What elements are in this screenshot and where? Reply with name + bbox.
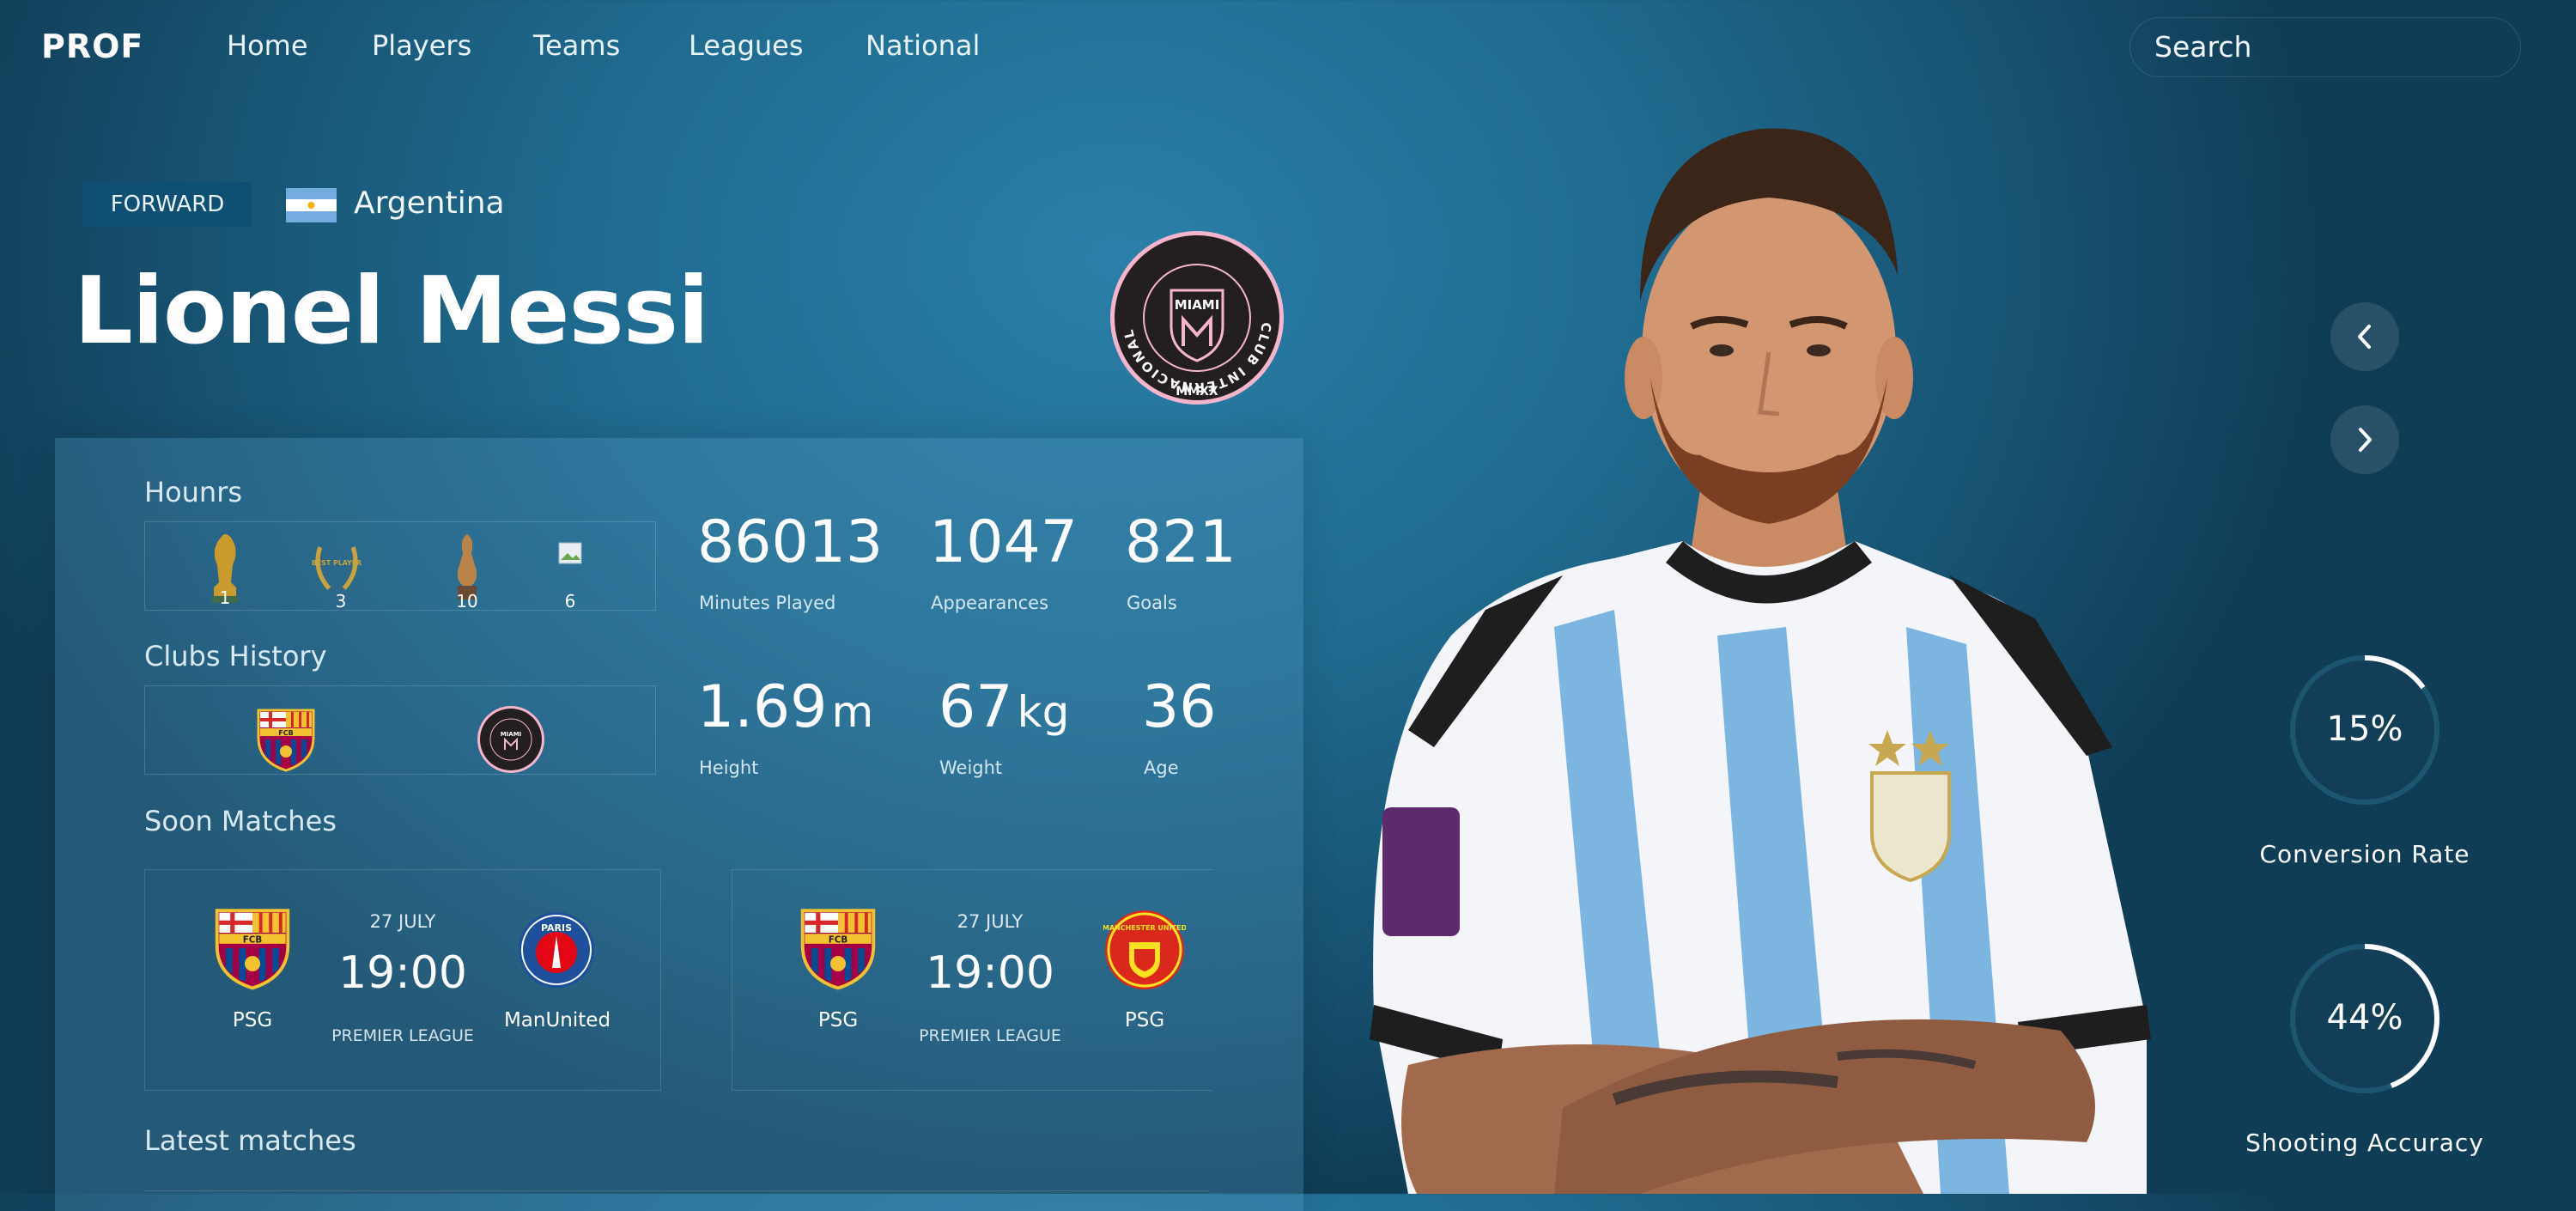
chevron-right-icon xyxy=(2359,428,2372,452)
player-name: Lionel Messi xyxy=(74,258,709,365)
nav-link-national[interactable]: National xyxy=(866,29,980,62)
minutes-played-value: 86013 xyxy=(697,508,884,576)
nav-link-home[interactable]: Home xyxy=(227,29,308,62)
goals-value: 821 xyxy=(1125,508,1236,576)
honors-title: Hounrs xyxy=(144,476,243,508)
broken-image-icon xyxy=(558,542,582,564)
inter-miami-crest-icon[interactable]: CLUB INTERNACIONAL DE FUTBOL MIAMI MMXX xyxy=(1109,230,1285,405)
crest-year: MMXX xyxy=(1176,385,1218,399)
age-value: 36 xyxy=(1142,673,1217,741)
away-crest-label: PARIS xyxy=(541,922,572,934)
weight-unit: kg xyxy=(1017,687,1070,737)
match-league: PREMIER LEAGUE xyxy=(919,1026,1061,1045)
next-player-button[interactable] xyxy=(2330,405,2399,474)
player-photo xyxy=(1370,128,2151,1194)
manchester-united-crest-icon: MANCHESTER UNITED xyxy=(1103,910,1186,989)
clubs-history-title: Clubs History xyxy=(144,640,327,672)
search-input[interactable]: Search xyxy=(2129,17,2521,77)
inter-miami-crest-icon[interactable]: MIAMI xyxy=(477,705,545,774)
chevron-left-icon xyxy=(2358,325,2371,349)
weight-label: Weight xyxy=(939,758,1003,778)
height-value: 1.69 xyxy=(697,673,828,741)
home-team-name: PSG xyxy=(817,1009,859,1031)
fc-barcelona-crest-icon: FCB xyxy=(800,909,876,990)
height-unit: m xyxy=(831,687,874,737)
latest-matches-divider xyxy=(144,1190,1209,1191)
match-time: 19:00 xyxy=(926,947,1054,999)
nav-link-leagues[interactable]: Leagues xyxy=(689,29,804,62)
fc-barcelona-crest-icon[interactable]: FCB xyxy=(255,707,317,772)
honor-count-other: 6 xyxy=(564,591,576,612)
height-stat: 1.69 m xyxy=(697,673,873,741)
honor-count-champions: 10 xyxy=(456,591,478,612)
position-badge: FORWARD xyxy=(83,182,252,227)
honor-count-best-player: 3 xyxy=(335,591,347,612)
match-date: 27 JULY xyxy=(957,911,1024,932)
nav-link-players[interactable]: Players xyxy=(372,29,471,62)
appearances-value: 1047 xyxy=(929,508,1078,576)
argentina-flag-icon xyxy=(286,188,337,222)
weight-value: 67 xyxy=(939,673,1013,741)
best-player-text: BEST PLAYER xyxy=(312,559,361,567)
weight-stat: 67 kg xyxy=(939,673,1069,741)
honors-box: 1 BEST PLAYER 3 10 6 xyxy=(144,521,656,612)
away-team-name: PSG xyxy=(1124,1009,1165,1031)
away-team-name: ManUnited xyxy=(503,1009,611,1031)
club-crest-label-miami: MIAMI xyxy=(501,731,522,738)
match-card[interactable]: FCB PSG 27 JULY 19:00 PREMIER LEAGUE MAN… xyxy=(732,869,1212,1091)
clubs-history-box: FCB MIAMI xyxy=(144,685,656,775)
minutes-played-label: Minutes Played xyxy=(699,593,836,613)
shooting-accuracy-value: 44% xyxy=(2326,998,2403,1038)
previous-player-button[interactable] xyxy=(2330,302,2399,371)
honor-count-world-cup: 1 xyxy=(219,587,231,608)
crest-name: MIAMI xyxy=(1175,297,1220,313)
psg-crest-icon: PARIS xyxy=(519,912,594,988)
height-label: Height xyxy=(699,758,759,778)
match-card[interactable]: FCB PSG 27 JULY 19:00 PREMIER LEAGUE PAR… xyxy=(144,869,661,1091)
player-country: Argentina xyxy=(354,186,505,221)
match-league: PREMIER LEAGUE xyxy=(331,1026,474,1045)
appearances-label: Appearances xyxy=(931,593,1049,613)
conversion-rate-label: Conversion Rate xyxy=(2259,840,2470,868)
soon-matches-title: Soon Matches xyxy=(144,805,337,837)
match-time: 19:00 xyxy=(338,947,467,999)
shooting-accuracy-label: Shooting Accuracy xyxy=(2245,1129,2484,1157)
conversion-rate-value: 15% xyxy=(2326,709,2403,749)
home-crest-label: FCB xyxy=(243,935,263,946)
home-crest-label: FCB xyxy=(829,935,848,946)
search-placeholder: Search xyxy=(2154,30,2252,64)
site-logo[interactable]: PROF xyxy=(41,27,143,65)
nav-link-teams[interactable]: Teams xyxy=(533,29,620,62)
match-date: 27 JULY xyxy=(369,911,436,932)
goals-label: Goals xyxy=(1127,593,1177,613)
age-label: Age xyxy=(1144,758,1179,778)
fc-barcelona-crest-icon: FCB xyxy=(215,909,290,990)
away-crest-label: MANCHESTER UNITED xyxy=(1103,924,1186,932)
latest-matches-title: Latest matches xyxy=(144,1124,356,1157)
club-crest-label-fcb: FCB xyxy=(278,729,293,737)
home-team-name: PSG xyxy=(232,1009,273,1031)
